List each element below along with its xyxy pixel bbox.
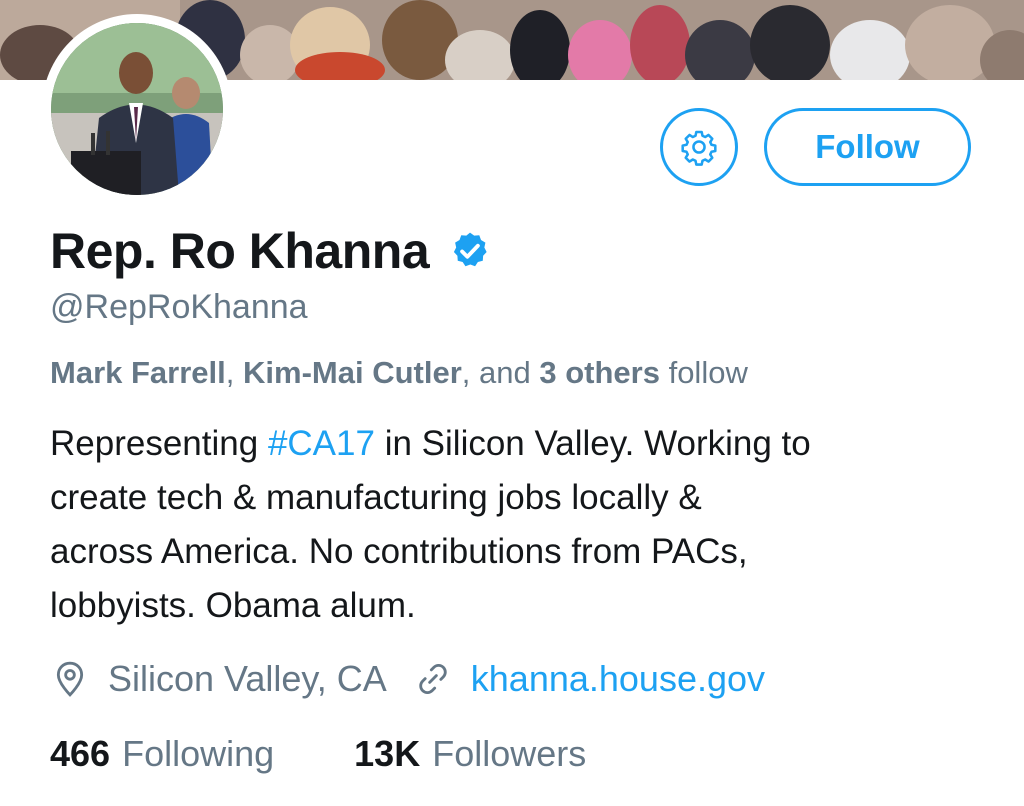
profile-name: Rep. Ro Khanna [50,223,430,279]
bio-line-1-start: Representing [50,424,259,463]
following-label: Following [122,733,275,774]
bio-line-1-end: in Silicon Valley. Working to [384,424,811,463]
followers-count: 13K [354,733,421,774]
hashtag-link[interactable]: #CA17 [268,424,375,463]
verified-badge-icon [454,232,487,267]
profile-handle: @RepRoKhanna [50,288,308,326]
follow-button[interactable]: Follow [764,108,971,186]
followers-stat[interactable]: 13K Followers [354,733,586,775]
profile-location: Silicon Valley, CA [108,658,387,699]
followed-by-text[interactable]: Mark Farrell, Kim-Mai Cutler, and 3 othe… [50,355,748,391]
followers-label: Followers [432,733,587,774]
bio-line-4: lobbyists. Obama alum. [50,586,416,625]
profile-website-link[interactable]: khanna.house.gov [471,658,765,700]
avatar-photo [51,23,223,195]
followers-others[interactable]: 3 others [539,355,660,390]
separator-1: , [225,355,235,390]
followed-by-suffix: follow [668,355,748,390]
profile-bio: Representing #CA17 in Silicon Valley. Wo… [50,417,980,633]
avatar[interactable] [42,14,232,204]
gear-icon [681,130,717,166]
settings-button[interactable] [660,108,738,186]
profile-meta: Silicon Valley, CA khanna.house.gov [50,658,765,700]
separator-2: , and [461,355,531,390]
profile-stats: 466 Following 13K Followers [50,733,586,775]
profile-name-row: Rep. Ro Khanna [50,222,491,280]
bio-line-3: across America. No contributions from PA… [50,532,748,571]
following-count: 466 [50,733,111,774]
follower-name-1[interactable]: Mark Farrell [50,355,226,390]
link-icon [419,664,447,694]
following-stat[interactable]: 466 Following [50,733,274,775]
bio-line-1: Representing #CA17 in Silicon Valley. Wo… [50,417,980,471]
follower-name-2[interactable]: Kim-Mai Cutler [243,355,462,390]
bio-line-2: create tech & manufacturing jobs locally… [50,478,702,517]
location-pin-icon [56,661,84,697]
